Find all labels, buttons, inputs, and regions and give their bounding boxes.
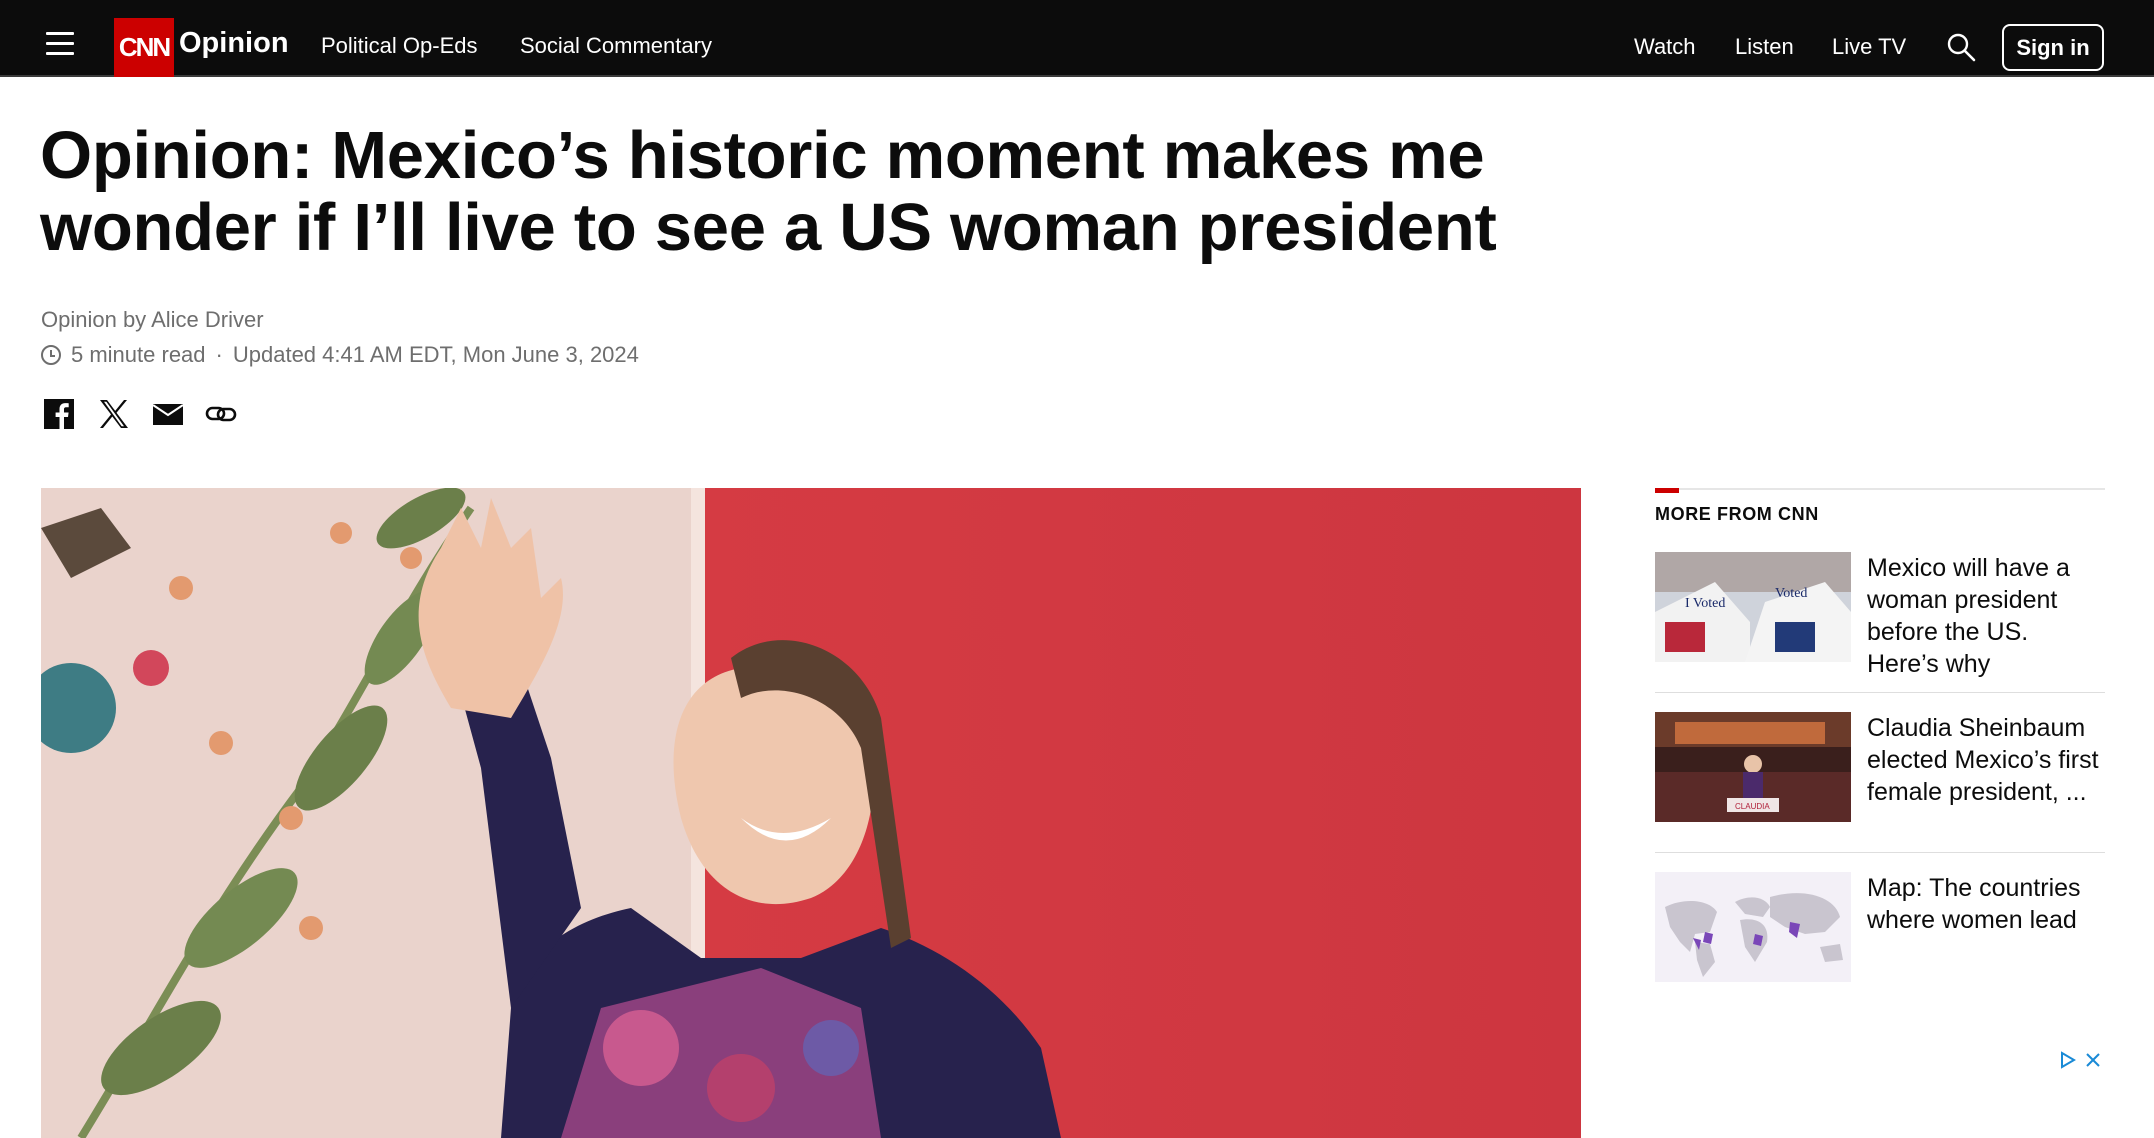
nav-watch[interactable]: Watch xyxy=(1634,34,1696,60)
article-meta: 5 minute read · Updated 4:41 AM EDT, Mon… xyxy=(41,342,639,368)
link-icon[interactable] xyxy=(205,398,237,430)
x-icon[interactable] xyxy=(98,398,130,430)
story-title[interactable]: Map: The countries where women lead xyxy=(1867,872,2105,936)
sidebar-story-3[interactable]: Map: The countries where women lead xyxy=(1655,872,2105,1002)
email-icon[interactable] xyxy=(152,398,184,430)
article-headline: Opinion: Mexico’s historic moment makes … xyxy=(40,118,1497,265)
story-title[interactable]: Claudia Sheinbaum elected Mexico’s first… xyxy=(1867,712,2105,808)
clock-icon xyxy=(41,345,61,365)
facebook-icon[interactable] xyxy=(43,398,75,430)
menu-icon[interactable] xyxy=(46,32,74,56)
byline: Opinion by Alice Driver xyxy=(41,307,264,333)
site-header: CNN Opinion Political Op-Eds Social Comm… xyxy=(0,0,2154,77)
read-time: 5 minute read xyxy=(71,342,206,367)
sign-in-button[interactable]: Sign in xyxy=(2002,24,2104,71)
cnn-logo[interactable]: CNN xyxy=(114,18,174,77)
updated-timestamp: Updated 4:41 AM EDT, Mon June 3, 2024 xyxy=(232,342,639,367)
nav-live-tv[interactable]: Live TV xyxy=(1832,34,1906,60)
sidebar-rule xyxy=(1655,488,2105,490)
story-thumbnail[interactable] xyxy=(1655,872,1851,982)
close-icon[interactable] xyxy=(2083,1050,2103,1070)
adchoices-icon[interactable] xyxy=(2058,1050,2078,1070)
story-title[interactable]: Mexico will have a woman president befor… xyxy=(1867,552,2105,680)
hero-photo-illustration xyxy=(41,488,1581,1138)
sidebar-title: MORE FROM CNN xyxy=(1655,504,1819,524)
section-title[interactable]: Opinion xyxy=(179,27,289,60)
sidebar-accent xyxy=(1655,488,1679,493)
author-link[interactable]: Alice Driver xyxy=(151,307,263,332)
svg-text:I Voted: I Voted xyxy=(1685,596,1725,611)
search-icon[interactable] xyxy=(1946,32,1976,62)
hero-image xyxy=(41,488,1581,1138)
meta-separator: · xyxy=(215,342,223,367)
story-divider xyxy=(1655,852,2105,853)
nav-social-commentary[interactable]: Social Commentary xyxy=(520,33,712,59)
byline-prefix: Opinion by xyxy=(41,307,147,332)
story-divider xyxy=(1655,692,2105,693)
nav-listen[interactable]: Listen xyxy=(1735,34,1794,60)
sidebar-story-2[interactable]: CLAUDIA Claudia Sheinbaum elected Mexico… xyxy=(1655,712,2105,842)
svg-text:CLAUDIA: CLAUDIA xyxy=(1735,802,1770,811)
story-thumbnail[interactable]: CLAUDIA xyxy=(1655,712,1851,822)
story-thumbnail[interactable]: I Voted Voted xyxy=(1655,552,1851,662)
sidebar-story-1[interactable]: I Voted Voted Mexico will have a woman p… xyxy=(1655,552,2105,682)
svg-text:Voted: Voted xyxy=(1775,586,1807,601)
nav-political-op-eds[interactable]: Political Op-Eds xyxy=(321,33,478,59)
